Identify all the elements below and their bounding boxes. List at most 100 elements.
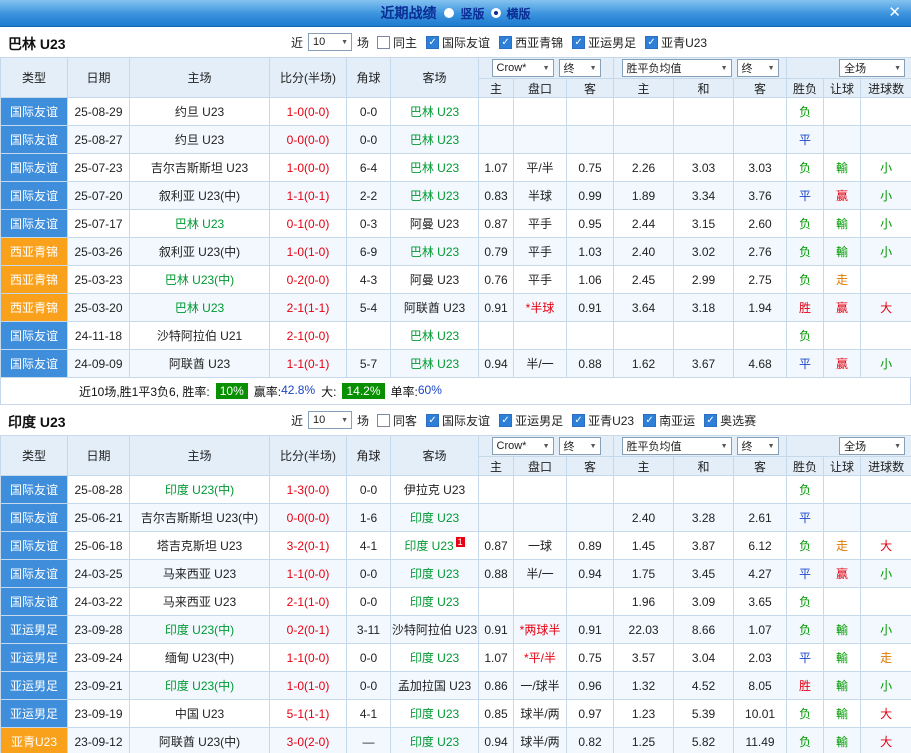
match-row: 国际友谊 25-06-18 塔吉克斯坦 U23 3-2(0-1) 4-1 印度 … <box>1 532 911 560</box>
col-header-handicap-result: 让球 <box>824 457 861 476</box>
corner-count: 5-7 <box>347 350 391 378</box>
home-team: 马来西亚 U23 <box>130 560 270 588</box>
odds-win-rate-value: 42.8% <box>281 383 315 400</box>
odds-draw: 3.04 <box>674 644 734 672</box>
competition-badge: 国际友谊 <box>1 588 68 616</box>
filter-checkbox[interactable]: ✓亚青U23 <box>645 34 707 51</box>
odds-away-win: 6.12 <box>734 532 787 560</box>
filter-checkbox[interactable]: ✓亚青U23 <box>572 412 634 429</box>
handicap-result-mark: 赢 <box>824 350 861 378</box>
handicap-line <box>514 476 567 504</box>
filter-checkbox[interactable]: ✓南亚运 <box>643 412 695 429</box>
odds-type-select[interactable]: 胜平负均值▼ <box>622 59 732 77</box>
checkbox-icon[interactable]: ✓ <box>645 36 658 49</box>
filter-checkbox[interactable]: ✓国际友谊 <box>426 412 490 429</box>
odds-final-select[interactable]: 终▼ <box>737 59 779 77</box>
bookmaker-value: Crow* <box>497 440 527 452</box>
bookmaker-select[interactable]: Crow*▼ <box>492 437 554 455</box>
matches-table: 类型 日期 主场 比分(半场) 角球 客场 Crow*▼ 终▼ 胜平负均 <box>0 435 911 753</box>
goals-result-mark: 小 <box>861 672 911 700</box>
filter-checkbox[interactable]: 同客 <box>377 412 417 429</box>
odds-draw: 5.39 <box>674 700 734 728</box>
handicap-result-mark: 輸 <box>824 616 861 644</box>
section-header: 巴林 U23 近 10▼ 场 同主✓国际友谊✓西亚青锦✓亚运男足✓亚青U23 <box>0 27 911 57</box>
away-team: 巴林 U23 <box>391 182 479 210</box>
odds-home-win: 1.62 <box>614 350 674 378</box>
home-team: 中国 U23 <box>130 700 270 728</box>
col-header-handicap-result: 让球 <box>824 79 861 98</box>
handicap-final-select[interactable]: 终▼ <box>559 59 601 77</box>
odds-draw: 5.82 <box>674 728 734 753</box>
scope-select[interactable]: 全场▼ <box>839 59 905 77</box>
odds-away-win: 4.68 <box>734 350 787 378</box>
bookmaker-select[interactable]: Crow*▼ <box>492 59 554 77</box>
filter-checkbox[interactable]: ✓亚运男足 <box>499 412 563 429</box>
corner-count: 6-4 <box>347 154 391 182</box>
handicap-home-odds <box>479 98 514 126</box>
goals-result-mark <box>861 266 911 294</box>
checkbox-icon[interactable]: ✓ <box>426 414 439 427</box>
competition-badge: 西亚青锦 <box>1 238 68 266</box>
checkbox-icon[interactable]: ✓ <box>499 414 512 427</box>
checkbox-icon[interactable] <box>377 414 390 427</box>
handicap-away-odds <box>567 476 614 504</box>
score-halftime: 1-1(0-0) <box>270 560 347 588</box>
odds-type-select[interactable]: 胜平负均值▼ <box>622 437 732 455</box>
radio-horizontal-layout[interactable] <box>491 8 501 18</box>
odds-draw: 3.28 <box>674 504 734 532</box>
handicap-final-select[interactable]: 终▼ <box>559 437 601 455</box>
match-count-select[interactable]: 10▼ <box>308 411 352 429</box>
checkbox-icon[interactable]: ✓ <box>426 36 439 49</box>
handicap-line: 平/半 <box>514 154 567 182</box>
filter-checkbox[interactable]: ✓奥选赛 <box>704 412 756 429</box>
result-mark: 负 <box>787 588 824 616</box>
checkbox-icon[interactable] <box>377 36 390 49</box>
result-mark: 胜 <box>787 672 824 700</box>
radio-horizontal-label[interactable]: 横版 <box>507 5 531 22</box>
checkbox-icon[interactable]: ✓ <box>499 36 512 49</box>
result-mark: 平 <box>787 350 824 378</box>
filter-checkbox[interactable]: 同主 <box>377 34 417 51</box>
team-title: 巴林 U23 <box>8 34 66 54</box>
handicap-result-mark: 輸 <box>824 700 861 728</box>
radio-vertical-label[interactable]: 竖版 <box>460 5 484 22</box>
radio-vertical-layout[interactable] <box>444 8 454 18</box>
competition-badge: 国际友谊 <box>1 154 68 182</box>
match-row: 国际友谊 25-07-17 巴林 U23 0-1(0-0) 0-3 阿曼 U23… <box>1 210 911 238</box>
match-date: 25-03-26 <box>68 238 130 266</box>
corner-count: 3-11 <box>347 616 391 644</box>
summary-text: 近10场,胜1平3负6, 胜率: <box>79 383 210 400</box>
titlebar: 近期战绩 竖版 横版 ✕ <box>0 0 911 27</box>
handicap-away-odds: 0.96 <box>567 672 614 700</box>
handicap-line <box>514 588 567 616</box>
corner-count: 4-1 <box>347 700 391 728</box>
handicap-home-odds: 0.86 <box>479 672 514 700</box>
checkbox-icon[interactable]: ✓ <box>572 414 585 427</box>
home-team: 约旦 U23 <box>130 126 270 154</box>
handicap-final-value: 终 <box>564 438 575 454</box>
handicap-away-odds <box>567 588 614 616</box>
odds-final-select[interactable]: 终▼ <box>737 437 779 455</box>
odds-draw <box>674 98 734 126</box>
filter-checkbox[interactable]: ✓西亚青锦 <box>499 34 563 51</box>
checkbox-icon[interactable]: ✓ <box>704 414 717 427</box>
col-header-score: 比分(半场) <box>270 436 347 476</box>
checkbox-icon[interactable]: ✓ <box>572 36 585 49</box>
col-header-goals-result: 进球数 <box>861 79 911 98</box>
filter-checkbox[interactable]: ✓亚运男足 <box>572 34 636 51</box>
col-header-odds-draw: 和 <box>674 79 734 98</box>
scope-select[interactable]: 全场▼ <box>839 437 905 455</box>
filter-checkbox[interactable]: ✓国际友谊 <box>426 34 490 51</box>
match-count-select[interactable]: 10▼ <box>308 33 352 51</box>
corner-count: 1-6 <box>347 504 391 532</box>
match-row: 西亚青锦 25-03-23 巴林 U23(中) 0-2(0-0) 4-3 阿曼 … <box>1 266 911 294</box>
checkbox-icon[interactable]: ✓ <box>643 414 656 427</box>
odds-away-win <box>734 98 787 126</box>
bookmaker-value: Crow* <box>497 62 527 74</box>
chevron-down-icon: ▼ <box>590 65 597 72</box>
handicap-away-odds <box>567 322 614 350</box>
close-icon[interactable]: ✕ <box>888 4 901 22</box>
result-mark: 平 <box>787 504 824 532</box>
col-header-home: 主场 <box>130 58 270 98</box>
odds-home-win: 1.45 <box>614 532 674 560</box>
